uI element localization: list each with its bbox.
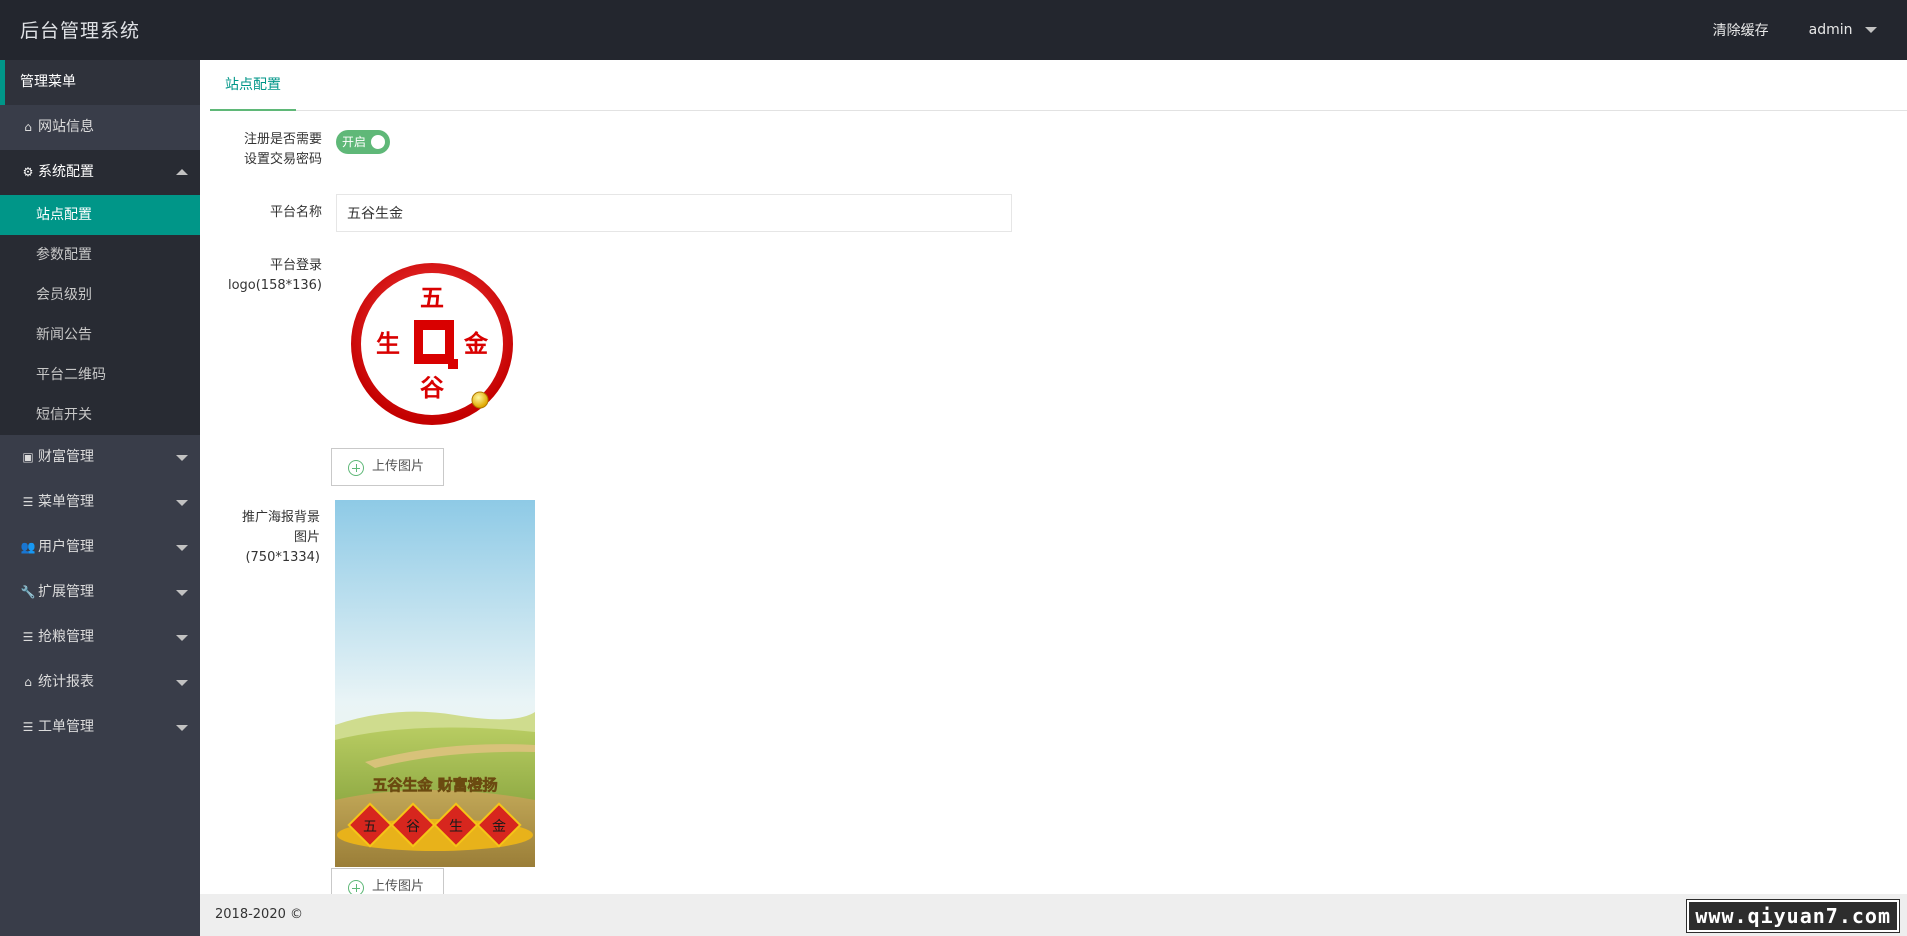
home-icon: ⌂ (24, 675, 32, 689)
poster-label-line3: (750*1334) (245, 550, 320, 565)
chevron-up-icon (176, 169, 188, 175)
header-actions: 清除缓存 admin (1673, 0, 1877, 60)
register-pwd-toggle[interactable]: 开启 (336, 130, 390, 154)
plus-circle-icon (348, 460, 364, 476)
tab-bar: 站点配置 (210, 60, 1907, 111)
register-pwd-label-line1: 注册是否需要 (243, 132, 322, 147)
register-pwd-label-line2: 设置交易密码 (243, 152, 322, 167)
sidebar: 管理菜单 ⌂ 网站信息 ⚙ 系统配置 站点配置 参数配置 会员级别 新闻公告 平台二… (0, 60, 200, 936)
sidebar-subitem-qrcode[interactable]: 平台二维码 (0, 355, 200, 395)
poster-label: 推广海报背景 图片 (750*1334) (200, 508, 320, 568)
chevron-down-icon (176, 680, 188, 686)
sidebar-item-menu-manage[interactable]: ☰ 菜单管理 (0, 480, 200, 525)
upload-button-label: 上传图片 (372, 879, 425, 894)
sidebar-item-label: 系统配置 (38, 164, 94, 180)
logo-char-left: 生 (376, 330, 400, 358)
sidebar-subitem-news[interactable]: 新闻公告 (0, 315, 200, 355)
app-title: 后台管理系统 (20, 20, 141, 42)
logo-char-bottom: 谷 (420, 374, 445, 402)
platform-name-label: 平台名称 (269, 205, 322, 220)
home-icon: ⌂ (24, 120, 32, 134)
poster-tile-1: 五 (363, 819, 377, 835)
system-config-submenu: 站点配置 参数配置 会员级别 新闻公告 平台二维码 短信开关 (0, 195, 200, 435)
sidebar-item-label: 统计报表 (38, 674, 94, 690)
watermark: www.qiyuan7.com (1686, 899, 1900, 933)
chevron-down-icon (176, 545, 188, 551)
register-pwd-label: 注册是否需要 设置交易密码 (202, 130, 322, 170)
sidebar-item-wealth[interactable]: ▣ 财富管理 (0, 435, 200, 480)
sidebar-menu-title: 管理菜单 (0, 60, 200, 105)
sidebar-item-system-config[interactable]: ⚙ 系统配置 (0, 150, 200, 195)
user-name: admin (1808, 22, 1853, 38)
logo-char-top: 五 (420, 284, 444, 312)
sidebar-item-users[interactable]: 👥 用户管理 (0, 525, 200, 570)
sidebar-item-extensions[interactable]: 🔧 扩展管理 (0, 570, 200, 615)
chevron-down-icon (176, 590, 188, 596)
sidebar-item-label: 抢粮管理 (38, 629, 94, 645)
sidebar-item-label: 网站信息 (38, 119, 94, 135)
sidebar-item-label: 工单管理 (38, 719, 94, 735)
bars-icon: ☰ (22, 495, 34, 509)
chevron-down-icon (1865, 27, 1877, 33)
footer: 2018-2020 © (200, 894, 1907, 936)
bars-icon: ☰ (22, 630, 34, 644)
logo-char-right: 金 (463, 330, 489, 358)
sidebar-item-label: 用户管理 (38, 539, 94, 555)
upload-button-label: 上传图片 (372, 459, 425, 474)
poster-label-line2: 图片 (293, 530, 320, 545)
chevron-down-icon (176, 725, 188, 731)
toggle-knob (371, 135, 385, 149)
wrench-icon: 🔧 (20, 585, 36, 599)
clear-cache-link[interactable]: 清除缓存 (1713, 20, 1769, 40)
chevron-down-icon (176, 500, 188, 506)
sidebar-subitem-member-level[interactable]: 会员级别 (0, 275, 200, 315)
sidebar-item-label: 扩展管理 (38, 584, 94, 600)
sidebar-item-grain[interactable]: ☰ 抢粮管理 (0, 615, 200, 660)
platform-name-input[interactable] (336, 194, 1012, 232)
poster-tile-3: 生 (449, 819, 463, 835)
top-header: 后台管理系统 清除缓存 admin (0, 0, 1907, 60)
main-content: 站点配置 注册是否需要 设置交易密码 开启 平台名称 平台登录 logo(158… (200, 60, 1907, 906)
toggle-text: 开启 (342, 135, 367, 149)
chevron-down-icon (176, 455, 188, 461)
chevron-down-icon (176, 635, 188, 641)
sidebar-item-label: 菜单管理 (38, 494, 94, 510)
sidebar-subitem-param-config[interactable]: 参数配置 (0, 235, 200, 275)
login-logo-label-line2: logo(158*136) (227, 278, 322, 293)
users-icon: 👥 (20, 540, 36, 554)
poster-slogan: 五谷生金 财富橙扬 (372, 776, 497, 794)
sidebar-item-tickets[interactable]: ☰ 工单管理 (0, 705, 200, 750)
copyright-text: 2018-2020 © (215, 907, 303, 922)
sidebar-item-label: 财富管理 (38, 449, 94, 465)
login-logo-label: 平台登录 logo(158*136) (202, 256, 322, 296)
platform-logo-image: 五 生 金 谷 (351, 263, 513, 425)
tab-site-config[interactable]: 站点配置 (210, 60, 296, 111)
money-icon: ▣ (22, 450, 34, 464)
sidebar-item-reports[interactable]: ⌂ 统计报表 (0, 660, 200, 705)
gears-icon: ⚙ (22, 165, 34, 179)
bars-icon: ☰ (22, 720, 34, 734)
poster-tile-2: 谷 (406, 819, 420, 835)
poster-label-line1: 推广海报背景 (241, 510, 320, 525)
sidebar-subitem-site-config[interactable]: 站点配置 (0, 195, 200, 235)
poster-tile-4: 金 (492, 819, 506, 835)
sidebar-item-site-info[interactable]: ⌂ 网站信息 (0, 105, 200, 150)
upload-logo-button[interactable]: 上传图片 (331, 448, 444, 486)
sidebar-subitem-sms-switch[interactable]: 短信开关 (0, 395, 200, 435)
poster-background-image: 五谷生金 财富橙扬 五 谷 生 金 (335, 500, 535, 867)
user-menu[interactable]: admin (1809, 22, 1877, 38)
login-logo-label-line1: 平台登录 (269, 258, 322, 273)
